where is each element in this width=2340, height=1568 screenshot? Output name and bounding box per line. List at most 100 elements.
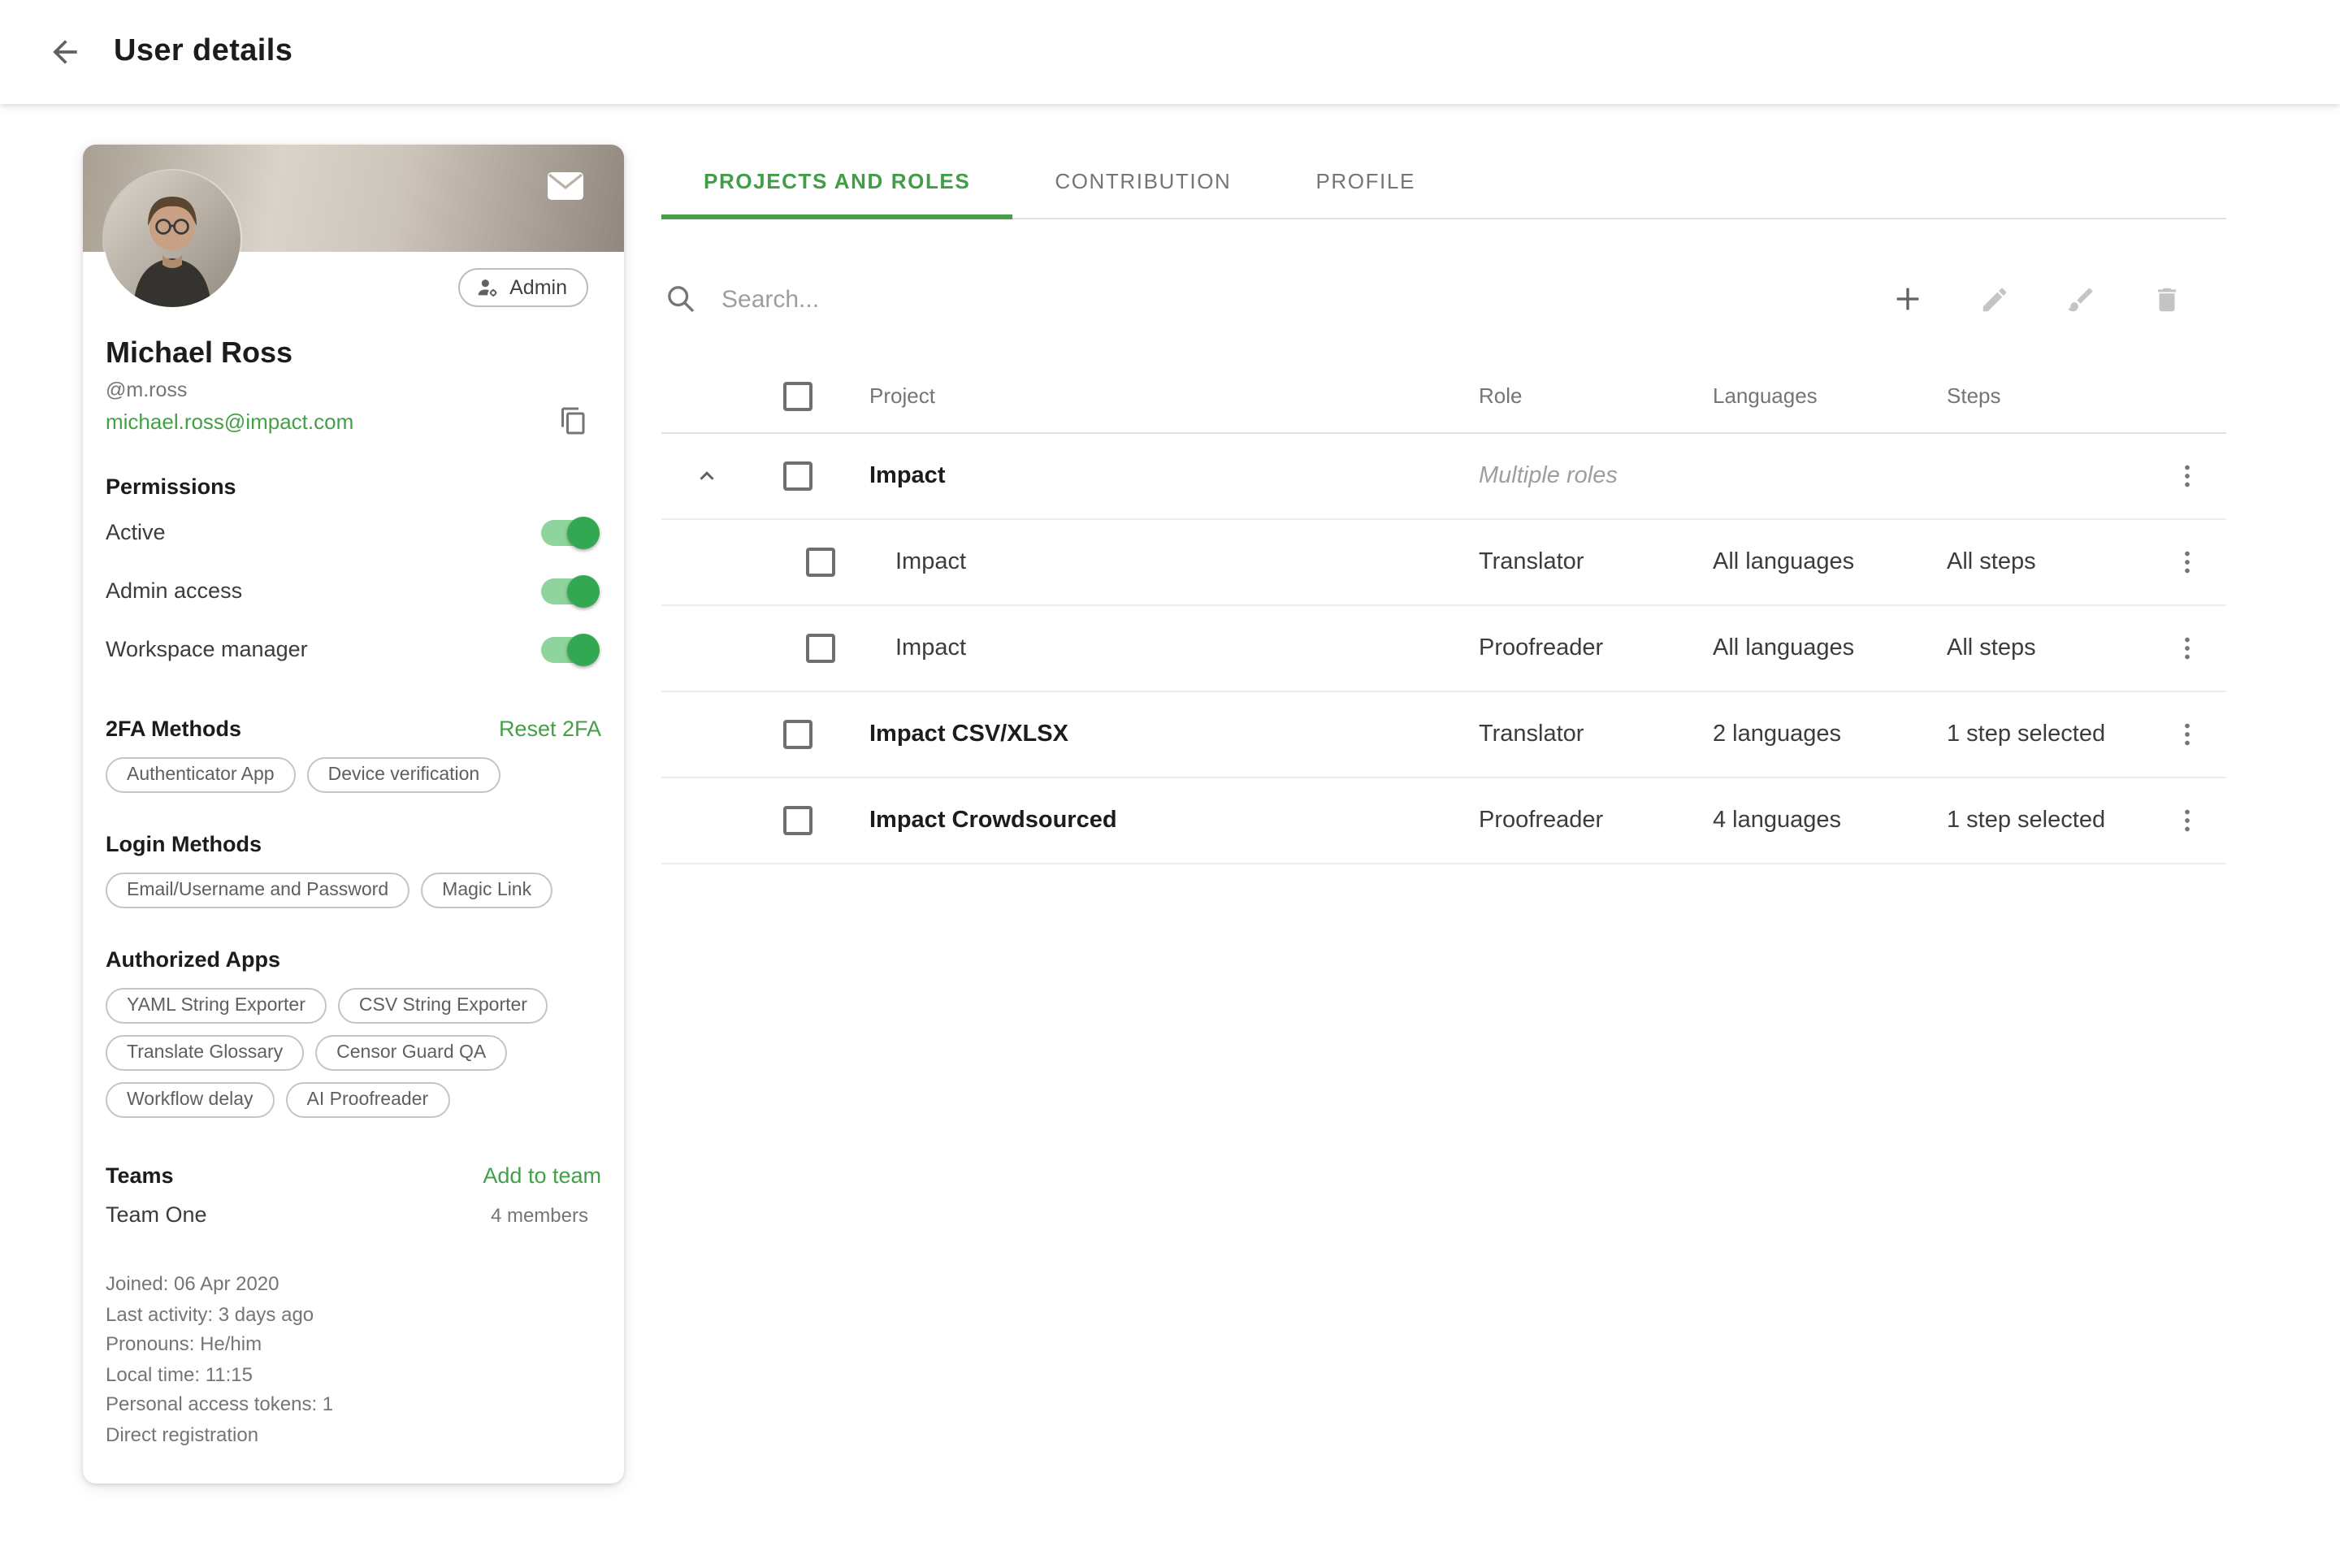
permissions-heading: Permissions [106,474,601,499]
toggle-row-workspace-manager: Workspace manager [106,624,601,674]
column-header-role: Role [1479,383,1713,408]
chip: Workflow delay [106,1082,275,1118]
kebab-icon [2173,806,2202,835]
send-email-button[interactable] [546,171,585,201]
toggle-row-active: Active [106,507,601,557]
tab-bar: PROJECTS AND ROLES CONTRIBUTION PROFILE [661,145,2226,219]
arrow-left-icon [47,34,83,70]
row-menu-button[interactable] [2169,803,2205,838]
chevron-up-icon [692,461,722,491]
user-details-page: User details [0,0,2340,1568]
languages-value: 4 languages [1713,808,1947,834]
row-menu-button[interactable] [2169,458,2205,494]
admin-badge: Admin [457,268,588,307]
reset-2fa-link[interactable]: Reset 2FA [499,717,601,741]
main-content: PROJECTS AND ROLES CONTRIBUTION PROFILE [661,145,2226,864]
project-name: Impact CSV/XLSX [843,721,1479,747]
steps-value: All steps [1947,549,2148,575]
column-header-languages: Languages [1713,383,1947,408]
languages-value: All languages [1713,635,1947,661]
row-checkbox[interactable] [783,461,812,491]
delete-button[interactable] [2148,281,2184,317]
user-avatar [104,171,240,307]
table-row: Impact Crowdsourced Proofreader 4 langua… [661,778,2226,864]
meta-registration: Direct registration [106,1420,601,1450]
trash-icon [2151,284,2182,314]
chip: YAML String Exporter [106,988,327,1024]
row-checkbox[interactable] [783,720,812,749]
row-menu-button[interactable] [2169,544,2205,580]
clean-button[interactable] [2062,281,2098,317]
select-all-checkbox[interactable] [783,381,812,410]
top-bar: User details [0,0,2340,104]
tab-projects-and-roles[interactable]: PROJECTS AND ROLES [661,145,1012,218]
table-row: Impact CSV/XLSX Translator 2 languages 1… [661,692,2226,778]
meta-last-activity: Last activity: 3 days ago [106,1299,601,1329]
add-to-team-link[interactable]: Add to team [483,1163,601,1188]
row-checkbox[interactable] [783,806,812,835]
admin-badge-label: Admin [509,276,567,299]
envelope-icon [546,171,585,201]
projects-roles-table: Project Role Languages Steps Impact Mul [661,359,2226,864]
toggle-row-admin-access: Admin access [106,565,601,616]
twofa-heading: 2FA Methods [106,717,241,741]
steps-value: 1 step selected [1947,808,2148,834]
row-menu-button[interactable] [2169,630,2205,666]
role-value: Proofreader [1479,808,1713,834]
project-name: Impact Crowdsourced [843,808,1479,834]
role-value: Proofreader [1479,635,1713,661]
project-name: Impact [843,549,1479,575]
authorized-app-chips: YAML String Exporter CSV String Exporter… [106,988,601,1118]
admin-access-toggle[interactable] [541,578,596,604]
row-menu-button[interactable] [2169,717,2205,752]
toggle-label: Workspace manager [106,637,308,661]
meta-pronouns: Pronouns: He/him [106,1329,601,1359]
login-method-chips: Email/Username and Password Magic Link [106,873,601,908]
user-meta: Joined: 06 Apr 2020 Last activity: 3 day… [106,1269,601,1450]
page-title: User details [114,34,292,70]
steps-value: 1 step selected [1947,721,2148,747]
user-card: Admin Michael Ross @m.ross michael.ross@… [83,145,624,1483]
edit-button[interactable] [1976,281,2012,317]
pencil-icon [1978,284,2009,314]
chip: Device verification [307,757,501,793]
chip: AI Proofreader [286,1082,450,1118]
row-checkbox[interactable] [806,548,835,577]
chip: Censor Guard QA [315,1035,507,1071]
steps-value: All steps [1947,635,2148,661]
tab-contribution[interactable]: CONTRIBUTION [1012,145,1273,218]
toolbar [661,262,2226,336]
languages-value: All languages [1713,549,1947,575]
search-icon [665,283,697,315]
kebab-icon [2173,461,2202,491]
active-toggle[interactable] [541,519,596,545]
toggle-label: Active [106,520,166,544]
user-name: Michael Ross [106,336,601,370]
project-name: Impact [843,635,1479,661]
role-value: Translator [1479,549,1713,575]
languages-value: 2 languages [1713,721,1947,747]
project-name: Impact [843,463,1479,489]
user-username: @m.ross [106,379,601,401]
team-name: Team One [106,1202,207,1227]
team-list-item[interactable]: Team One 4 members [106,1202,601,1227]
back-button[interactable] [42,29,88,75]
login-methods-heading: Login Methods [106,832,601,856]
row-checkbox[interactable] [806,634,835,663]
chip: Translate Glossary [106,1035,304,1071]
copy-icon [559,406,588,435]
add-button[interactable] [1890,281,1926,317]
chip: CSV String Exporter [338,988,548,1024]
workspace-manager-toggle[interactable] [541,636,596,662]
teams-heading: Teams [106,1163,174,1188]
chip: Authenticator App [106,757,296,793]
chip: Email/Username and Password [106,873,410,908]
collapse-group-button[interactable] [689,458,725,494]
user-email-link[interactable]: michael.ross@impact.com [106,409,353,433]
meta-access-tokens: Personal access tokens: 1 [106,1390,601,1420]
kebab-icon [2173,634,2202,663]
tab-profile[interactable]: PROFILE [1273,145,1457,218]
search-input[interactable] [718,284,1890,314]
copy-email-button[interactable] [559,406,588,435]
column-header-project: Project [843,383,1479,408]
